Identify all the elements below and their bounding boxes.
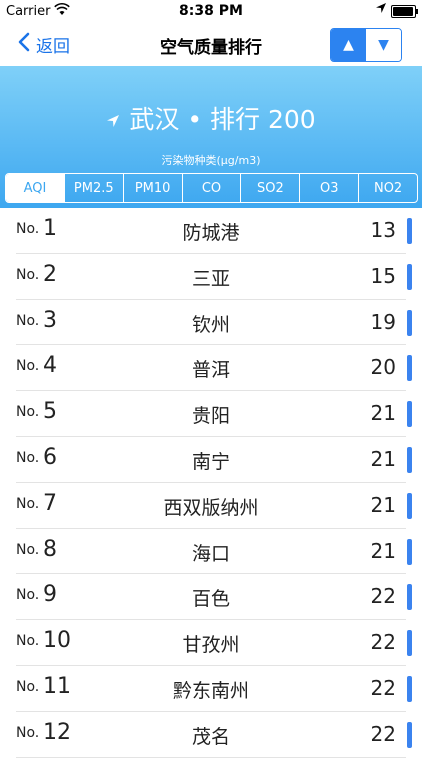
- list-item[interactable]: No. 10 甘孜州 22: [16, 620, 412, 666]
- tab-so2[interactable]: SO2: [240, 174, 299, 202]
- level-bar: [407, 263, 412, 290]
- sort-toggle: ▲ ▼: [330, 28, 402, 62]
- list-item[interactable]: No. 7 西双版纳州 21: [16, 483, 412, 529]
- battery-icon: [391, 5, 418, 18]
- city-rank-line: 武汉 • 排行 200: [0, 100, 422, 136]
- list-item[interactable]: No. 1 防城港 13: [16, 208, 412, 254]
- clock: 8:38 PM: [179, 3, 243, 19]
- pollutant-tabs: AQI PM2.5 PM10 CO SO2 O3 NO2: [5, 173, 418, 203]
- city-name: 普洱: [191, 359, 230, 382]
- tab-o3[interactable]: O3: [299, 174, 358, 202]
- level-bar: [407, 218, 412, 244]
- level-bar: [407, 492, 412, 519]
- status-bar: Carrier 8:38 PM: [0, 0, 422, 22]
- list-item[interactable]: No. 5 贵阳 21: [16, 391, 412, 437]
- city-name: 茂名: [191, 725, 230, 748]
- pollutant-caption: 污染物种类(μg/m3): [161, 154, 261, 167]
- aqi-value: 21: [370, 538, 396, 563]
- city-name: 西双版纳州: [163, 496, 259, 519]
- aqi-value: 13: [370, 218, 396, 242]
- aqi-value: 15: [370, 263, 396, 288]
- level-bar: [407, 401, 412, 428]
- city-name: 海口: [191, 542, 230, 565]
- location-arrow-icon: [106, 113, 125, 132]
- city-name: 钦州: [191, 313, 230, 336]
- level-bar: [407, 721, 412, 748]
- city-name: 贵阳: [191, 405, 230, 428]
- list-item[interactable]: No. 11 黔东南州 22: [16, 666, 412, 712]
- triangle-down-icon: ▼: [378, 37, 389, 53]
- aqi-value: 22: [370, 630, 396, 655]
- city-rank-header: 武汉 • 排行 200 污染物种类(μg/m3) AQI PM2.5 PM10 CO S…: [0, 66, 422, 208]
- sort-descending-button[interactable]: ▼: [366, 29, 401, 61]
- aqi-value: 20: [370, 355, 396, 380]
- current-city: 武汉: [129, 105, 180, 134]
- aqi-value: 22: [370, 675, 396, 700]
- city-name: 百色: [191, 588, 230, 611]
- list-item[interactable]: No. 6 南宁 21: [16, 437, 412, 483]
- level-bar: [407, 630, 412, 657]
- ranking-list: No. 1 防城港 13 No. 2 三亚 15 No. 3 钦州 19 No. 4 普洱 20 No. 5 贵阳 2…: [0, 208, 422, 758]
- aqi-value: 21: [370, 446, 396, 471]
- navigation-bar: 返回 空气质量排行 ▲ ▼: [0, 22, 422, 66]
- tab-pm10[interactable]: PM10: [122, 174, 182, 202]
- city-rank: 排行 200: [210, 105, 316, 134]
- city-name: 甘孜州: [182, 634, 240, 657]
- level-bar: [407, 675, 412, 702]
- city-name: 南宁: [191, 450, 230, 473]
- list-item[interactable]: No. 2 三亚 15: [16, 254, 412, 300]
- aqi-value: 19: [370, 309, 396, 334]
- aqi-value: 22: [370, 721, 396, 746]
- city-name: 三亚: [191, 267, 230, 290]
- triangle-up-icon: ▲: [343, 37, 354, 53]
- list-item[interactable]: No. 9 百色 22: [16, 574, 412, 621]
- level-bar: [407, 355, 412, 382]
- level-bar: [407, 309, 412, 336]
- tab-aqi[interactable]: AQI: [6, 174, 64, 202]
- city-name: 黔东南州: [172, 679, 249, 702]
- location-arrow-icon: [376, 3, 386, 16]
- level-bar: [407, 584, 412, 611]
- separator-dot: •: [187, 105, 203, 134]
- aqi-value: 21: [370, 401, 396, 426]
- tab-co[interactable]: CO: [181, 174, 241, 202]
- sort-ascending-button[interactable]: ▲: [331, 29, 366, 61]
- list-item[interactable]: No. 8 海口 21: [16, 529, 412, 575]
- list-item[interactable]: No. 12 茂名 22: [16, 712, 412, 758]
- aqi-value: 21: [370, 492, 396, 517]
- aqi-value: 22: [370, 584, 396, 609]
- list-item[interactable]: No. 4 普洱 20: [16, 345, 412, 392]
- tab-pm25[interactable]: PM2.5: [63, 174, 123, 202]
- list-item[interactable]: No. 3 钦州 19: [16, 300, 412, 346]
- tab-no2[interactable]: NO2: [358, 174, 417, 202]
- level-bar: [407, 538, 412, 565]
- city-name: 防城港: [182, 222, 240, 244]
- level-bar: [407, 446, 412, 473]
